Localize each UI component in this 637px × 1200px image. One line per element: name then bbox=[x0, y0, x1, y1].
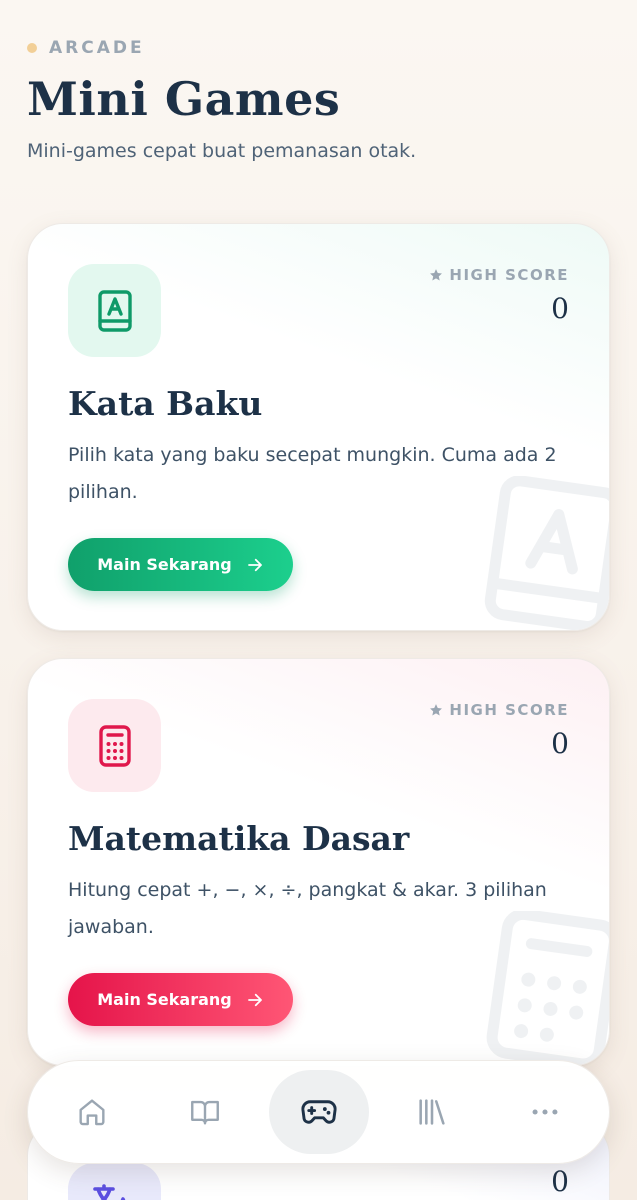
star-icon bbox=[430, 704, 443, 716]
highscore-value: 0 bbox=[551, 727, 569, 760]
play-now-label: Main Sekarang bbox=[97, 990, 232, 1009]
game-card-kata-baku: HIGH SCORE 0 Kata Baku Pilih kata yang b… bbox=[27, 223, 610, 631]
play-now-label: Main Sekarang bbox=[97, 555, 232, 574]
eyebrow: ARCADE bbox=[27, 38, 607, 58]
translate-icon bbox=[93, 1184, 126, 1200]
game-icon-box bbox=[68, 264, 161, 357]
play-now-button[interactable]: Main Sekarang bbox=[68, 538, 293, 591]
more-icon bbox=[532, 1109, 558, 1115]
game-title: Matematika Dasar bbox=[68, 819, 410, 858]
nav-games[interactable] bbox=[268, 1070, 369, 1154]
game-card-matematika-dasar: HIGH SCORE 0 Matematika Dasar Hitung cep… bbox=[27, 658, 610, 1066]
calculator-icon bbox=[98, 724, 131, 767]
nav-home[interactable] bbox=[42, 1070, 142, 1154]
arrow-right-icon bbox=[247, 993, 262, 1006]
game-description: Hitung cepat +, −, ×, ÷, pangkat & akar.… bbox=[68, 879, 547, 938]
gamepad-icon bbox=[300, 1100, 337, 1124]
nav-learn[interactable] bbox=[155, 1070, 255, 1154]
highscore: HIGH SCORE 0 bbox=[429, 266, 569, 325]
page-header: ARCADE Mini Games Mini-games cepat buat … bbox=[27, 38, 607, 162]
play-now-button[interactable]: Main Sekarang bbox=[68, 973, 293, 1026]
home-icon bbox=[79, 1099, 105, 1126]
page-subtitle: Mini-games cepat buat pemanasan otak. bbox=[27, 140, 417, 162]
highscore-label: HIGH SCORE bbox=[449, 266, 569, 284]
book-open-icon bbox=[191, 1100, 220, 1125]
game-icon-box bbox=[68, 699, 161, 792]
eyebrow-label: ARCADE bbox=[49, 38, 145, 58]
game-description: Pilih kata yang baku secepat mungkin. Cu… bbox=[68, 444, 557, 503]
highscore-value: 0 bbox=[551, 1165, 569, 1198]
book-letter-icon bbox=[97, 289, 132, 332]
nav-library[interactable] bbox=[382, 1070, 482, 1154]
library-icon bbox=[419, 1099, 445, 1125]
game-title: Kata Baku bbox=[68, 384, 263, 423]
nav-more[interactable] bbox=[495, 1070, 595, 1154]
arrow-right-icon bbox=[247, 558, 262, 571]
highscore: HIGH SCORE 0 bbox=[429, 701, 569, 760]
bottom-nav bbox=[27, 1060, 610, 1164]
page-title: Mini Games bbox=[27, 72, 341, 126]
highscore-value: 0 bbox=[551, 292, 569, 325]
star-icon bbox=[430, 269, 443, 281]
highscore-label: HIGH SCORE bbox=[449, 701, 569, 719]
eyebrow-dot bbox=[27, 43, 37, 53]
game-icon-box bbox=[68, 1163, 161, 1200]
